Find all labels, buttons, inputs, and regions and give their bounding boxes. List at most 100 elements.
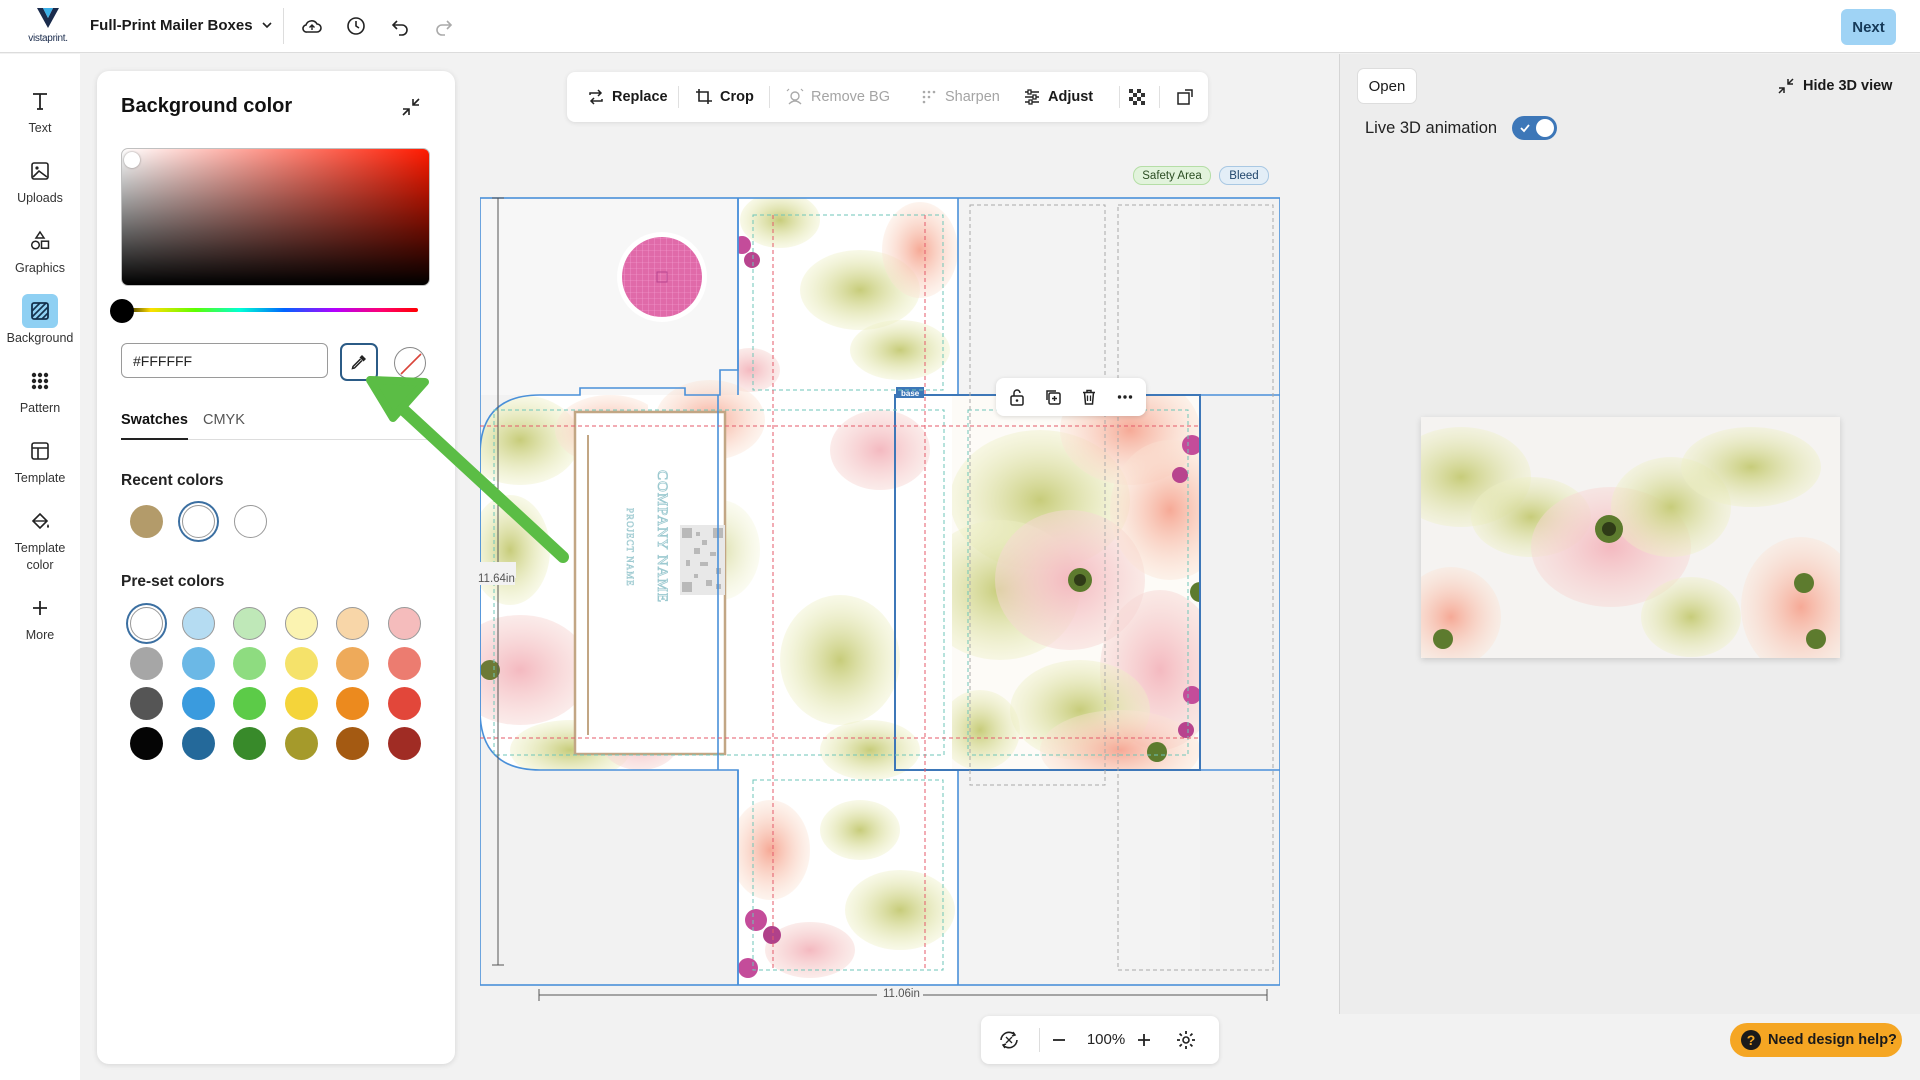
vistaprint-logo[interactable]: vistaprint. (22, 6, 74, 46)
redo-icon (436, 20, 453, 36)
duplicate-button[interactable] (1044, 388, 1062, 406)
element-actions-toolbar (996, 378, 1146, 416)
recent-color-swatch[interactable] (234, 505, 267, 538)
fit-to-screen-button[interactable] (997, 1028, 1021, 1052)
chevron-down-icon (261, 22, 272, 29)
remove-bg-button[interactable]: Remove BG (786, 85, 890, 109)
transparency-button[interactable] (1128, 85, 1146, 109)
rail-item-pattern[interactable]: Pattern (0, 364, 80, 417)
canvas-settings-button[interactable] (1174, 1028, 1198, 1052)
more-dots-icon (1117, 395, 1133, 399)
box-dieline-canvas[interactable]: COMPANY NAME PROJECT NAME base (480, 190, 1280, 990)
history-button[interactable] (344, 14, 368, 38)
preset-color-swatch[interactable] (387, 687, 421, 720)
divider (678, 86, 679, 108)
bleed-chip[interactable]: Bleed (1219, 166, 1269, 185)
logo-mark-icon (37, 8, 59, 28)
rail-item-uploads[interactable]: Uploads (0, 154, 80, 207)
height-ruler (480, 197, 516, 966)
preset-color-swatch[interactable] (130, 687, 163, 720)
preset-color-swatch[interactable] (233, 727, 266, 760)
cloud-save-button[interactable] (300, 14, 324, 38)
next-button[interactable]: Next (1841, 9, 1896, 45)
hue-slider-handle[interactable] (110, 299, 134, 323)
rail-item-template[interactable]: Template (0, 434, 80, 487)
preset-color-swatch[interactable] (181, 607, 215, 640)
undo-button[interactable] (388, 14, 412, 38)
open-3d-button[interactable]: Open (1357, 68, 1417, 104)
project-name-text[interactable]: PROJECT NAME (625, 508, 636, 587)
hue-slider[interactable] (121, 308, 418, 312)
box-3d-preview[interactable] (1421, 417, 1840, 658)
divider (1039, 1028, 1040, 1052)
preset-color-swatch[interactable] (130, 647, 163, 680)
unlock-button[interactable] (1008, 388, 1026, 406)
delete-button[interactable] (1080, 388, 1098, 406)
floral-image-base[interactable] (920, 375, 1230, 790)
divider (283, 8, 284, 44)
eyedropper-button[interactable] (340, 343, 378, 381)
preset-color-swatch[interactable] (233, 647, 266, 680)
hide-3d-view-button[interactable]: Hide 3D view (1777, 74, 1892, 98)
saturation-value-picker[interactable] (121, 148, 430, 286)
product-title-dropdown[interactable]: Full-Print Mailer Boxes (90, 13, 273, 37)
collapse-panel-button[interactable] (399, 95, 423, 119)
unlock-icon (1010, 389, 1024, 406)
company-name-text[interactable]: COMPANY NAME (654, 470, 671, 604)
rail-item-template-color[interactable]: Template color (0, 504, 80, 574)
zoom-out-button[interactable] (1047, 1028, 1071, 1052)
replace-button[interactable]: Replace (587, 85, 668, 109)
arrange-button[interactable] (1176, 85, 1194, 109)
rail-item-more[interactable]: More (0, 591, 80, 644)
minus-icon (1053, 1039, 1065, 1041)
preset-color-swatch[interactable] (387, 727, 421, 760)
preset-color-swatch[interactable] (130, 727, 163, 760)
adjust-button[interactable]: Adjust (1023, 85, 1093, 109)
preset-color-swatch[interactable] (181, 687, 215, 720)
need-design-help-button[interactable]: ? Need design help? (1730, 1023, 1902, 1057)
preset-color-swatch[interactable] (336, 727, 369, 760)
preset-color-swatch[interactable] (130, 607, 163, 640)
plus-icon (1138, 1034, 1150, 1046)
preset-color-swatch[interactable] (336, 687, 369, 720)
rail-label: More (25, 628, 55, 642)
preset-color-swatch[interactable] (284, 727, 318, 760)
tab-cmyk[interactable]: CMYK (203, 412, 245, 440)
more-options-button[interactable] (1116, 388, 1134, 406)
preset-color-swatch[interactable] (284, 647, 318, 680)
preset-color-swatch[interactable] (284, 607, 318, 640)
crop-button[interactable]: Crop (695, 85, 754, 109)
panel-title: Background color (121, 95, 293, 117)
tab-swatches[interactable]: Swatches (121, 412, 188, 440)
preset-color-swatch[interactable] (181, 647, 215, 680)
zoom-in-button[interactable] (1132, 1028, 1156, 1052)
recent-color-swatch[interactable] (130, 505, 163, 538)
preset-color-swatch[interactable] (233, 607, 266, 640)
no-color-button[interactable] (394, 347, 426, 379)
zoom-level[interactable]: 100% (1081, 1031, 1131, 1048)
preset-color-swatch[interactable] (336, 607, 369, 640)
image-pan-handle[interactable] (617, 232, 707, 322)
plus-icon (22, 591, 58, 625)
zoom-bar: 100% (981, 1016, 1219, 1064)
sharpen-button[interactable]: Sharpen (920, 85, 1000, 109)
redo-button[interactable] (432, 14, 456, 38)
safety-area-chip[interactable]: Safety Area (1133, 166, 1211, 185)
rail-item-text[interactable]: Text (0, 84, 80, 137)
preset-color-swatch[interactable] (336, 647, 369, 680)
saturation-handle[interactable] (124, 152, 140, 168)
hex-color-input[interactable] (121, 343, 328, 378)
rail-label: Pattern (19, 401, 61, 415)
live-3d-animation-toggle[interactable] (1512, 116, 1557, 140)
preset-color-swatch[interactable] (284, 687, 318, 720)
paint-bucket-icon (22, 504, 58, 538)
preset-color-swatch[interactable] (387, 647, 421, 680)
checkerboard-icon (1129, 89, 1145, 105)
preset-color-swatch[interactable] (181, 727, 215, 760)
rail-item-background[interactable]: Background (0, 294, 80, 347)
recent-color-swatch[interactable] (182, 505, 215, 538)
undo-icon (391, 20, 408, 36)
preset-color-swatch[interactable] (233, 687, 266, 720)
rail-item-graphics[interactable]: Graphics (0, 224, 80, 277)
preset-color-swatch[interactable] (387, 607, 421, 640)
